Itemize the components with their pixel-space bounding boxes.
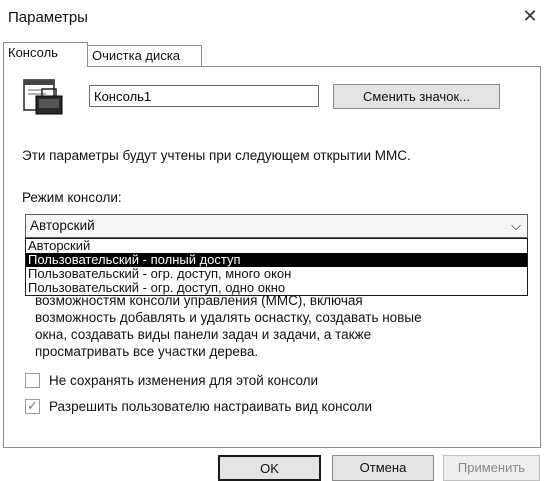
no-save-checkbox[interactable] <box>25 373 40 388</box>
console-mode-dropdown: Авторский Пользовательский - полный дост… <box>25 238 528 296</box>
checkmark-icon: ✓ <box>27 398 38 413</box>
chevron-down-icon: ⌵ <box>511 218 521 233</box>
ok-button[interactable]: OK <box>218 455 321 481</box>
allow-view-checkbox[interactable]: ✓ <box>25 398 40 414</box>
tab-console[interactable]: Консоль <box>3 42 88 67</box>
mmc-console-icon <box>23 79 63 115</box>
console-mode-selected-value: Авторский <box>30 218 95 233</box>
mode-description-line: просматривать все участки дерева. <box>35 344 259 359</box>
cancel-button[interactable]: Отмена <box>332 455 434 481</box>
mode-description: возможностям консоли управления (MMC), в… <box>35 292 515 360</box>
console-mode-label: Режим консоли: <box>22 190 122 205</box>
mode-description-line: возможность добавлять и удалять оснастку… <box>35 310 422 325</box>
console-mode-select[interactable]: Авторский ⌵ <box>25 214 528 238</box>
apply-button[interactable]: Применить <box>443 455 540 481</box>
no-save-checkbox-label: Не сохранять изменения для этой консоли <box>49 373 319 388</box>
mode-option-user-limited-single[interactable]: Пользовательский - огр. доступ, одно окн… <box>26 281 527 295</box>
mode-description-line: окна, создавать виды панели задач и зада… <box>35 327 372 342</box>
mode-option-user-full[interactable]: Пользовательский - полный доступ <box>26 253 527 267</box>
allow-view-checkbox-label: Разрешить пользователю настраивать вид к… <box>49 399 373 414</box>
mode-option-user-limited-multi[interactable]: Пользовательский - огр. доступ, много ок… <box>26 267 527 281</box>
close-icon[interactable]: ✕ <box>519 4 541 28</box>
tab-disk-cleanup[interactable]: Очистка диска <box>87 45 202 67</box>
settings-hint-text: Эти параметры будут учтены при следующем… <box>22 148 411 163</box>
mode-option-author[interactable]: Авторский <box>26 239 527 253</box>
change-icon-button[interactable]: Сменить значок... <box>333 84 500 109</box>
console-name-input[interactable] <box>89 85 319 107</box>
window-title: Параметры <box>8 9 88 26</box>
